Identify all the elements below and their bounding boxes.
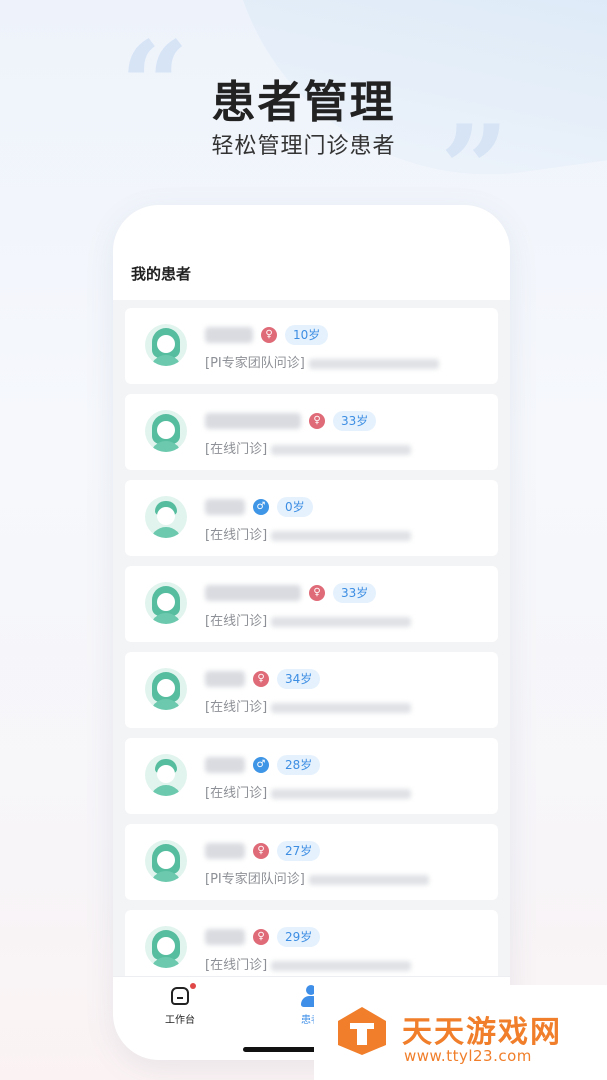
tab-workbench-label: 工作台 (165, 1015, 195, 1026)
visit-info: [在线门诊] (205, 610, 412, 629)
visit-detail-redacted (271, 788, 412, 799)
female-icon: ♀ (253, 929, 269, 945)
age-badge: 0岁 (277, 497, 313, 517)
notification-dot (190, 983, 196, 989)
watermark-url: www.ttyl23.com (404, 1047, 532, 1065)
patient-card[interactable]: ♀ 33岁 [在线门诊] (125, 566, 498, 642)
visit-type: [在线门诊] (205, 958, 268, 973)
visit-type: [PI专家团队问诊] (205, 356, 305, 371)
visit-info: [在线门诊] (205, 696, 412, 715)
patient-card[interactable]: ♂ 28岁 [在线门诊] (125, 738, 498, 814)
visit-detail-redacted (271, 616, 412, 627)
visit-detail-redacted (308, 358, 439, 369)
patient-name-redacted (205, 843, 245, 859)
age-badge: 33岁 (333, 411, 377, 431)
age-badge: 33岁 (333, 583, 377, 603)
avatar (145, 410, 187, 452)
avatar (145, 754, 187, 796)
visit-detail-redacted (271, 444, 412, 455)
visit-detail-redacted (271, 702, 412, 713)
page-header: 我的患者 (113, 205, 510, 300)
patient-name-redacted (205, 757, 245, 773)
avatar (145, 840, 187, 882)
avatar (145, 926, 187, 968)
male-icon: ♂ (253, 499, 269, 515)
visit-type: [在线门诊] (205, 528, 268, 543)
female-icon: ♀ (261, 327, 277, 343)
patient-list: ♀ 10岁 [PI专家团队问诊] ♀ 33岁 [在线门诊] ♂ 0岁 [在线门诊] ♀ 33岁 [在线… (113, 300, 510, 986)
female-icon: ♀ (253, 671, 269, 687)
visit-type: [在线门诊] (205, 786, 268, 801)
hero-subtitle: 轻松管理门诊患者 (211, 134, 396, 159)
visit-detail-redacted (271, 960, 412, 971)
patient-name-redacted (205, 327, 253, 343)
patient-card[interactable]: ♀ 10岁 [PI专家团队问诊] (125, 308, 498, 384)
avatar (145, 668, 187, 710)
patient-name-redacted (205, 413, 301, 429)
watermark: 天天游戏网 www.ttyl23.com (314, 985, 607, 1080)
visit-info: [PI专家团队问诊] (205, 352, 439, 371)
visit-info: [在线门诊] (205, 782, 412, 801)
watermark-title: 天天游戏网 (402, 1015, 562, 1050)
hero-title: 患者管理 (211, 77, 396, 128)
patient-card[interactable]: ♀ 33岁 [在线门诊] (125, 394, 498, 470)
patient-card[interactable]: ♀ 27岁 [PI专家团队问诊] (125, 824, 498, 900)
patient-name-redacted (205, 499, 245, 515)
visit-info: [在线门诊] (205, 438, 412, 457)
visit-info: [在线门诊] (205, 954, 412, 973)
page-title: 我的患者 (131, 265, 192, 283)
avatar (145, 582, 187, 624)
patient-card[interactable]: ♀ 34岁 [在线门诊] (125, 652, 498, 728)
home-icon (169, 983, 196, 1007)
phone-mockup: 我的患者 ♀ 10岁 [PI专家团队问诊] ♀ 33岁 [在线门诊] ♂ 0岁 [在线门诊] ♀ 3… (113, 205, 510, 1060)
avatar (145, 324, 187, 366)
age-badge: 28岁 (277, 755, 321, 775)
visit-detail-redacted (308, 874, 429, 885)
age-badge: 34岁 (277, 669, 321, 689)
patient-name-redacted (205, 929, 245, 945)
patient-card[interactable]: ♀ 29岁 [在线门诊] (125, 910, 498, 986)
age-badge: 27岁 (277, 841, 321, 861)
female-icon: ♀ (309, 585, 325, 601)
visit-type: [在线门诊] (205, 614, 268, 629)
watermark-logo-icon (338, 1007, 386, 1055)
tab-workbench[interactable]: 工作台 (145, 983, 215, 1026)
visit-type: [在线门诊] (205, 442, 268, 457)
age-badge: 29岁 (277, 927, 321, 947)
visit-detail-redacted (271, 530, 412, 541)
patient-name-redacted (205, 585, 301, 601)
visit-info: [PI专家团队问诊] (205, 868, 429, 887)
visit-info: [在线门诊] (205, 524, 412, 543)
visit-type: [在线门诊] (205, 700, 268, 715)
avatar (145, 496, 187, 538)
male-icon: ♂ (253, 757, 269, 773)
female-icon: ♀ (309, 413, 325, 429)
patient-card[interactable]: ♂ 0岁 [在线门诊] (125, 480, 498, 556)
age-badge: 10岁 (285, 325, 329, 345)
visit-type: [PI专家团队问诊] (205, 872, 305, 887)
female-icon: ♀ (253, 843, 269, 859)
patient-name-redacted (205, 671, 245, 687)
